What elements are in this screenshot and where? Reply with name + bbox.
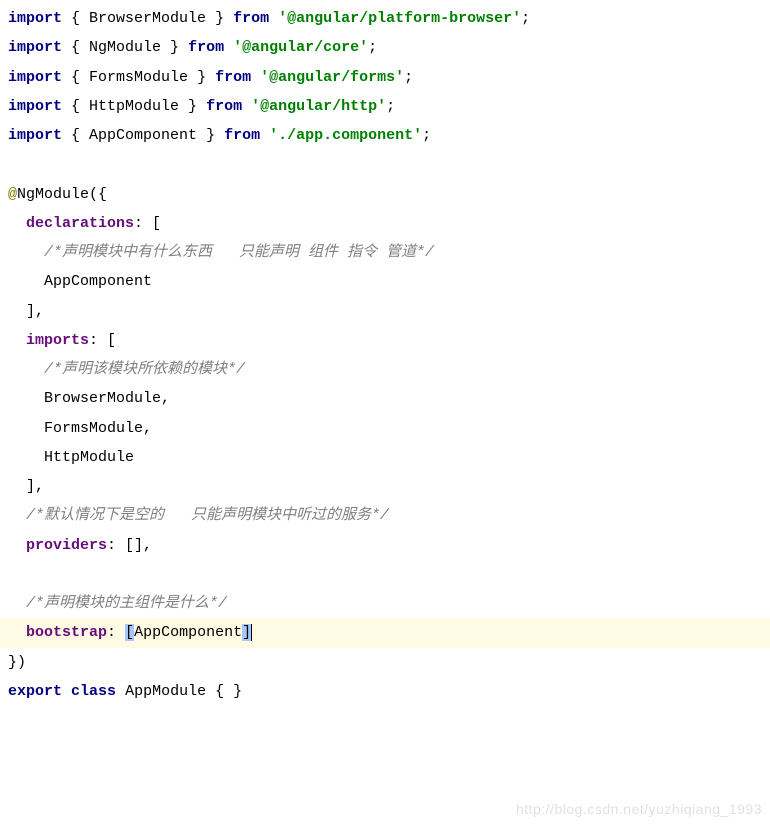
code-line: export class AppModule { } xyxy=(8,677,770,706)
comment: /*默认情况下是空的 只能声明模块中听过的服务*/ xyxy=(26,507,389,524)
class-name: AppModule xyxy=(125,683,206,700)
property-imports: imports xyxy=(26,332,89,349)
string-literal: '@angular/forms' xyxy=(260,69,404,86)
current-line-highlight: bootstrap: [AppComponent] xyxy=(0,618,770,647)
identifier: BrowserModule xyxy=(89,10,206,27)
code-line: import { HttpModule } from '@angular/htt… xyxy=(8,92,770,121)
identifier: HttpModule xyxy=(89,98,179,115)
code-line: }) xyxy=(8,648,770,677)
string-literal: '@angular/platform-browser' xyxy=(278,10,521,27)
property-bootstrap: bootstrap xyxy=(26,624,107,641)
code-line: import { FormsModule } from '@angular/fo… xyxy=(8,63,770,92)
code-line: providers: [], xyxy=(8,531,770,560)
selection-end-bracket: ] xyxy=(242,624,252,641)
decorator-at: @ xyxy=(8,186,17,203)
keyword-from: from xyxy=(188,39,224,56)
blank-line xyxy=(8,150,770,179)
code-editor[interactable]: import { BrowserModule } from '@angular/… xyxy=(0,0,770,710)
semicolon: ; xyxy=(521,10,530,27)
identifier: AppComponent xyxy=(44,273,152,290)
code-line: import { NgModule } from '@angular/core'… xyxy=(8,33,770,62)
code-line: bootstrap: [AppComponent] xyxy=(8,624,252,641)
code-line: ], xyxy=(8,472,770,501)
code-line: /*声明该模块所依赖的模块*/ xyxy=(8,355,770,384)
code-line: AppComponent xyxy=(8,267,770,296)
decorator-name: NgModule xyxy=(17,186,89,203)
watermark-text: http://blog.csdn.net/yuzhiqiang_1993 xyxy=(516,801,762,817)
identifier: AppComponent xyxy=(134,624,242,641)
string-literal: '@angular/core' xyxy=(233,39,368,56)
code-line: BrowserModule, xyxy=(8,384,770,413)
property-declarations: declarations xyxy=(26,215,134,232)
identifier: FormsModule xyxy=(44,420,143,437)
keyword-import: import xyxy=(8,98,62,115)
comment: /*声明模块中有什么东西 只能声明 组件 指令 管道*/ xyxy=(44,244,434,261)
code-line: HttpModule xyxy=(8,443,770,472)
keyword-import: import xyxy=(8,127,62,144)
brace: { xyxy=(62,10,89,27)
keyword-from: from xyxy=(224,127,260,144)
code-line: import { BrowserModule } from '@angular/… xyxy=(8,4,770,33)
property-providers: providers xyxy=(26,537,107,554)
brace: } xyxy=(206,10,233,27)
identifier: HttpModule xyxy=(44,449,134,466)
code-line: @NgModule({ xyxy=(8,180,770,209)
code-line: ], xyxy=(8,297,770,326)
keyword-export: export xyxy=(8,683,62,700)
code-line: /*默认情况下是空的 只能声明模块中听过的服务*/ xyxy=(8,501,770,530)
keyword-from: from xyxy=(233,10,269,27)
identifier: AppComponent xyxy=(89,127,197,144)
code-line: declarations: [ xyxy=(8,209,770,238)
blank-line xyxy=(8,560,770,589)
code-line: imports: [ xyxy=(8,326,770,355)
string-literal: './app.component' xyxy=(269,127,422,144)
comment: /*声明模块的主组件是什么*/ xyxy=(26,595,227,612)
identifier: FormsModule xyxy=(89,69,188,86)
selection-start-bracket: [ xyxy=(125,624,134,641)
comment: /*声明该模块所依赖的模块*/ xyxy=(44,361,245,378)
code-line: /*声明模块中有什么东西 只能声明 组件 指令 管道*/ xyxy=(8,238,770,267)
identifier: NgModule xyxy=(89,39,161,56)
identifier: BrowserModule xyxy=(44,390,161,407)
code-line: FormsModule, xyxy=(8,414,770,443)
keyword-import: import xyxy=(8,39,62,56)
string-literal: '@angular/http' xyxy=(251,98,386,115)
keyword-import: import xyxy=(8,10,62,27)
code-line: import { AppComponent } from './app.comp… xyxy=(8,121,770,150)
code-line: /*声明模块的主组件是什么*/ xyxy=(8,589,770,618)
keyword-import: import xyxy=(8,69,62,86)
keyword-class: class xyxy=(71,683,116,700)
keyword-from: from xyxy=(215,69,251,86)
keyword-from: from xyxy=(206,98,242,115)
